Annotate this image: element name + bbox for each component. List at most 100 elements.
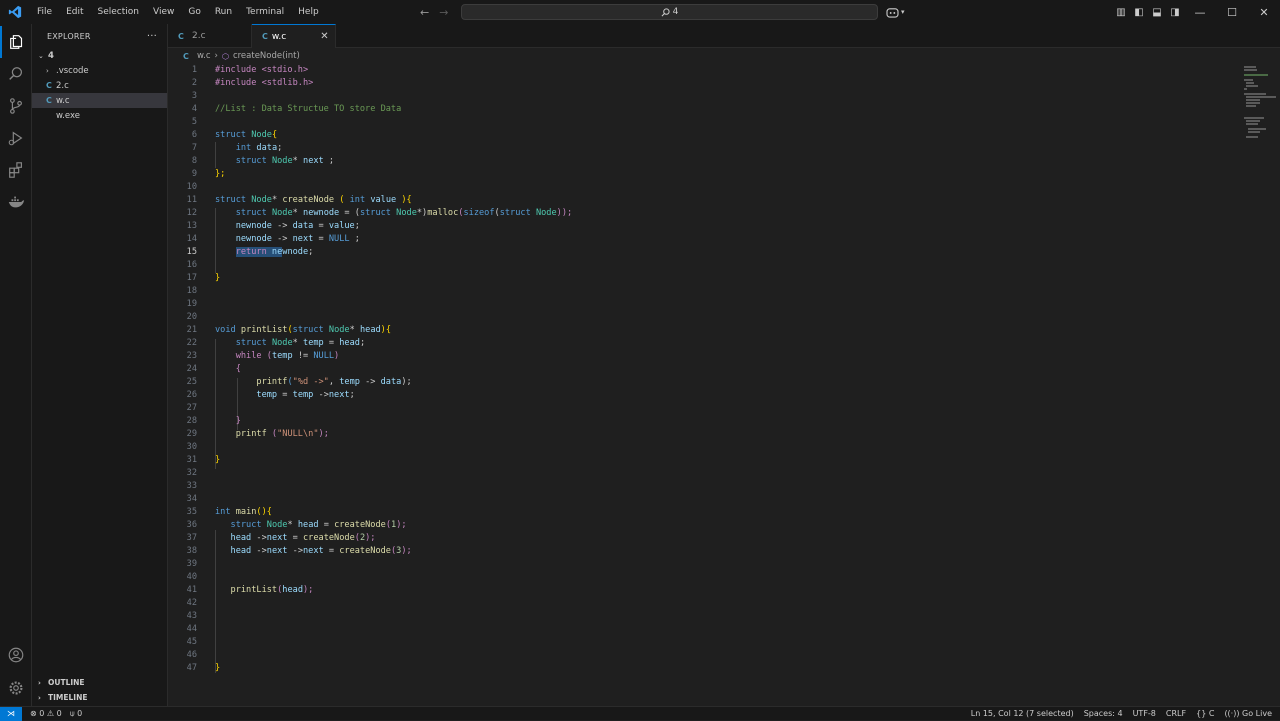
menu-edit[interactable]: Edit bbox=[59, 0, 90, 24]
warning-count: 0 bbox=[56, 709, 62, 718]
breadcrumb-symbol[interactable]: createNode(int) bbox=[233, 51, 300, 61]
line-ending[interactable]: CRLF bbox=[1166, 709, 1186, 718]
docker-icon[interactable] bbox=[0, 186, 32, 218]
explorer-header: EXPLORER ··· bbox=[32, 24, 167, 48]
minimize-icon[interactable]: — bbox=[1184, 6, 1216, 19]
code-text: printList(head); bbox=[230, 585, 314, 595]
code-line: 35 int main(){ bbox=[168, 506, 1228, 519]
run-debug-icon[interactable] bbox=[0, 122, 32, 154]
code-text: void printList(struct Node* head){ bbox=[215, 325, 392, 335]
error-count: 0 bbox=[39, 709, 45, 718]
chevron-right-icon: › bbox=[214, 51, 218, 61]
encoding[interactable]: UTF-8 bbox=[1133, 709, 1156, 718]
line-number: 35 bbox=[186, 507, 197, 517]
forward-arrow-icon[interactable]: → bbox=[439, 6, 448, 19]
line-number: 16 bbox=[186, 260, 197, 270]
braces-icon: {} bbox=[1196, 709, 1207, 718]
menu-terminal[interactable]: Terminal bbox=[239, 0, 291, 24]
line-number: 2 bbox=[191, 78, 197, 88]
menu-go[interactable]: Go bbox=[181, 0, 207, 24]
code-text: #include <stdlib.h> bbox=[215, 78, 314, 88]
tree-item-label: 2.c bbox=[56, 80, 69, 91]
explorer-icon[interactable] bbox=[0, 26, 32, 58]
minimap[interactable] bbox=[1242, 64, 1280, 144]
extensions-icon[interactable] bbox=[0, 154, 32, 186]
search-icon[interactable] bbox=[0, 58, 32, 90]
breadcrumb: C w.c › ⬡ createNode(int) bbox=[168, 48, 1280, 64]
toggle-secondary-sidebar-icon[interactable]: ◨ bbox=[1166, 7, 1184, 18]
line-number: 36 bbox=[186, 520, 197, 530]
tab-label: 2.c bbox=[192, 31, 206, 41]
code-line: 4 //List : Data Structue TO store Data bbox=[168, 103, 1228, 116]
code-line: 21 void printList(struct Node* head){ bbox=[168, 324, 1228, 337]
toggle-sidebar-icon[interactable]: ◧ bbox=[1130, 7, 1148, 18]
line-number: 28 bbox=[186, 416, 197, 426]
menu-file[interactable]: File bbox=[30, 0, 59, 24]
ports-indicator[interactable]: ⍦ 0 bbox=[70, 709, 82, 719]
code-line: 7 int data; bbox=[168, 142, 1228, 155]
settings-gear-icon[interactable] bbox=[0, 672, 32, 704]
cursor-position[interactable]: Ln 15, Col 12 (7 selected) bbox=[971, 709, 1074, 718]
menu-help[interactable]: Help bbox=[291, 0, 326, 24]
close-icon[interactable]: ✕ bbox=[320, 31, 328, 42]
timeline-section[interactable]: › TIMELINE bbox=[32, 690, 168, 705]
line-number: 15 bbox=[186, 247, 197, 257]
code-text: struct Node{ bbox=[215, 130, 278, 140]
tree-root-folder[interactable]: ⌄ 4 bbox=[32, 48, 167, 63]
tab-wc[interactable]: C w.c ✕ bbox=[252, 24, 336, 48]
maximize-icon[interactable]: ☐ bbox=[1216, 6, 1248, 19]
problems-indicator[interactable]: ⊗ 0 ⚠ 0 bbox=[30, 709, 62, 718]
status-right: Ln 15, Col 12 (7 selected) Spaces: 4 UTF… bbox=[971, 707, 1272, 720]
line-number: 8 bbox=[191, 156, 197, 166]
code-text: while (temp != NULL) bbox=[235, 351, 340, 361]
more-actions-icon[interactable]: ··· bbox=[147, 31, 157, 42]
code-line: 19 bbox=[168, 298, 1228, 311]
c-file-icon: C bbox=[183, 51, 189, 61]
code-line: 30 bbox=[168, 441, 1228, 454]
line-number: 29 bbox=[186, 429, 197, 439]
code-line: 43 bbox=[168, 610, 1228, 623]
line-number: 4 bbox=[191, 104, 197, 114]
source-control-icon[interactable] bbox=[0, 90, 32, 122]
language-label: C bbox=[1208, 709, 1215, 718]
error-icon: ⊗ bbox=[30, 709, 37, 718]
breadcrumb-file[interactable]: w.c bbox=[197, 51, 211, 61]
search-icon bbox=[661, 7, 670, 16]
close-window-icon[interactable]: ✕ bbox=[1248, 6, 1280, 19]
go-live-button[interactable]: ((·)) Go Live bbox=[1224, 709, 1272, 718]
code-line: 6 struct Node{ bbox=[168, 129, 1228, 142]
menu-selection[interactable]: Selection bbox=[91, 0, 146, 24]
command-center-search[interactable]: 4 bbox=[461, 4, 878, 20]
tab-label: w.c bbox=[271, 31, 287, 42]
line-number: 32 bbox=[186, 468, 197, 478]
line-number: 10 bbox=[186, 182, 197, 192]
code-text: int data; bbox=[235, 143, 283, 153]
indentation[interactable]: Spaces: 4 bbox=[1084, 709, 1123, 718]
tree-item-wc[interactable]: C w.c bbox=[32, 93, 167, 108]
c-file-icon: C bbox=[46, 96, 52, 105]
remote-indicator-icon[interactable]: ⋊ bbox=[0, 706, 22, 721]
line-number: 41 bbox=[186, 585, 197, 595]
code-text: }; bbox=[215, 169, 226, 179]
code-text: } bbox=[235, 416, 241, 426]
line-number: 17 bbox=[186, 273, 197, 283]
line-number: 7 bbox=[191, 143, 197, 153]
toggle-panel-icon[interactable]: ⬓ bbox=[1148, 7, 1166, 18]
code-editor[interactable]: 1 #include <stdio.h> 2 #include <stdlib.h>… bbox=[168, 64, 1280, 706]
copilot-button[interactable]: ▾ bbox=[886, 4, 905, 20]
tree-item-wexe[interactable]: w.exe bbox=[32, 108, 167, 123]
menu-run[interactable]: Run bbox=[208, 0, 239, 24]
tree-item-vscode[interactable]: › .vscode bbox=[32, 63, 167, 78]
back-arrow-icon[interactable]: ← bbox=[420, 6, 429, 19]
tree-item-2c[interactable]: C 2.c bbox=[32, 78, 167, 93]
tab-2c[interactable]: C 2.c bbox=[168, 24, 252, 48]
outline-section[interactable]: › OUTLINE bbox=[32, 675, 168, 690]
line-number: 13 bbox=[186, 221, 197, 231]
line-number: 30 bbox=[186, 442, 197, 452]
code-text: return newnode; bbox=[235, 247, 314, 257]
menu-view[interactable]: View bbox=[146, 0, 181, 24]
language-mode[interactable]: {} C bbox=[1196, 709, 1214, 718]
account-icon[interactable] bbox=[0, 639, 32, 671]
tree-item-label: w.c bbox=[56, 95, 70, 106]
customize-layout-icon[interactable]: ▥ bbox=[1112, 7, 1130, 18]
